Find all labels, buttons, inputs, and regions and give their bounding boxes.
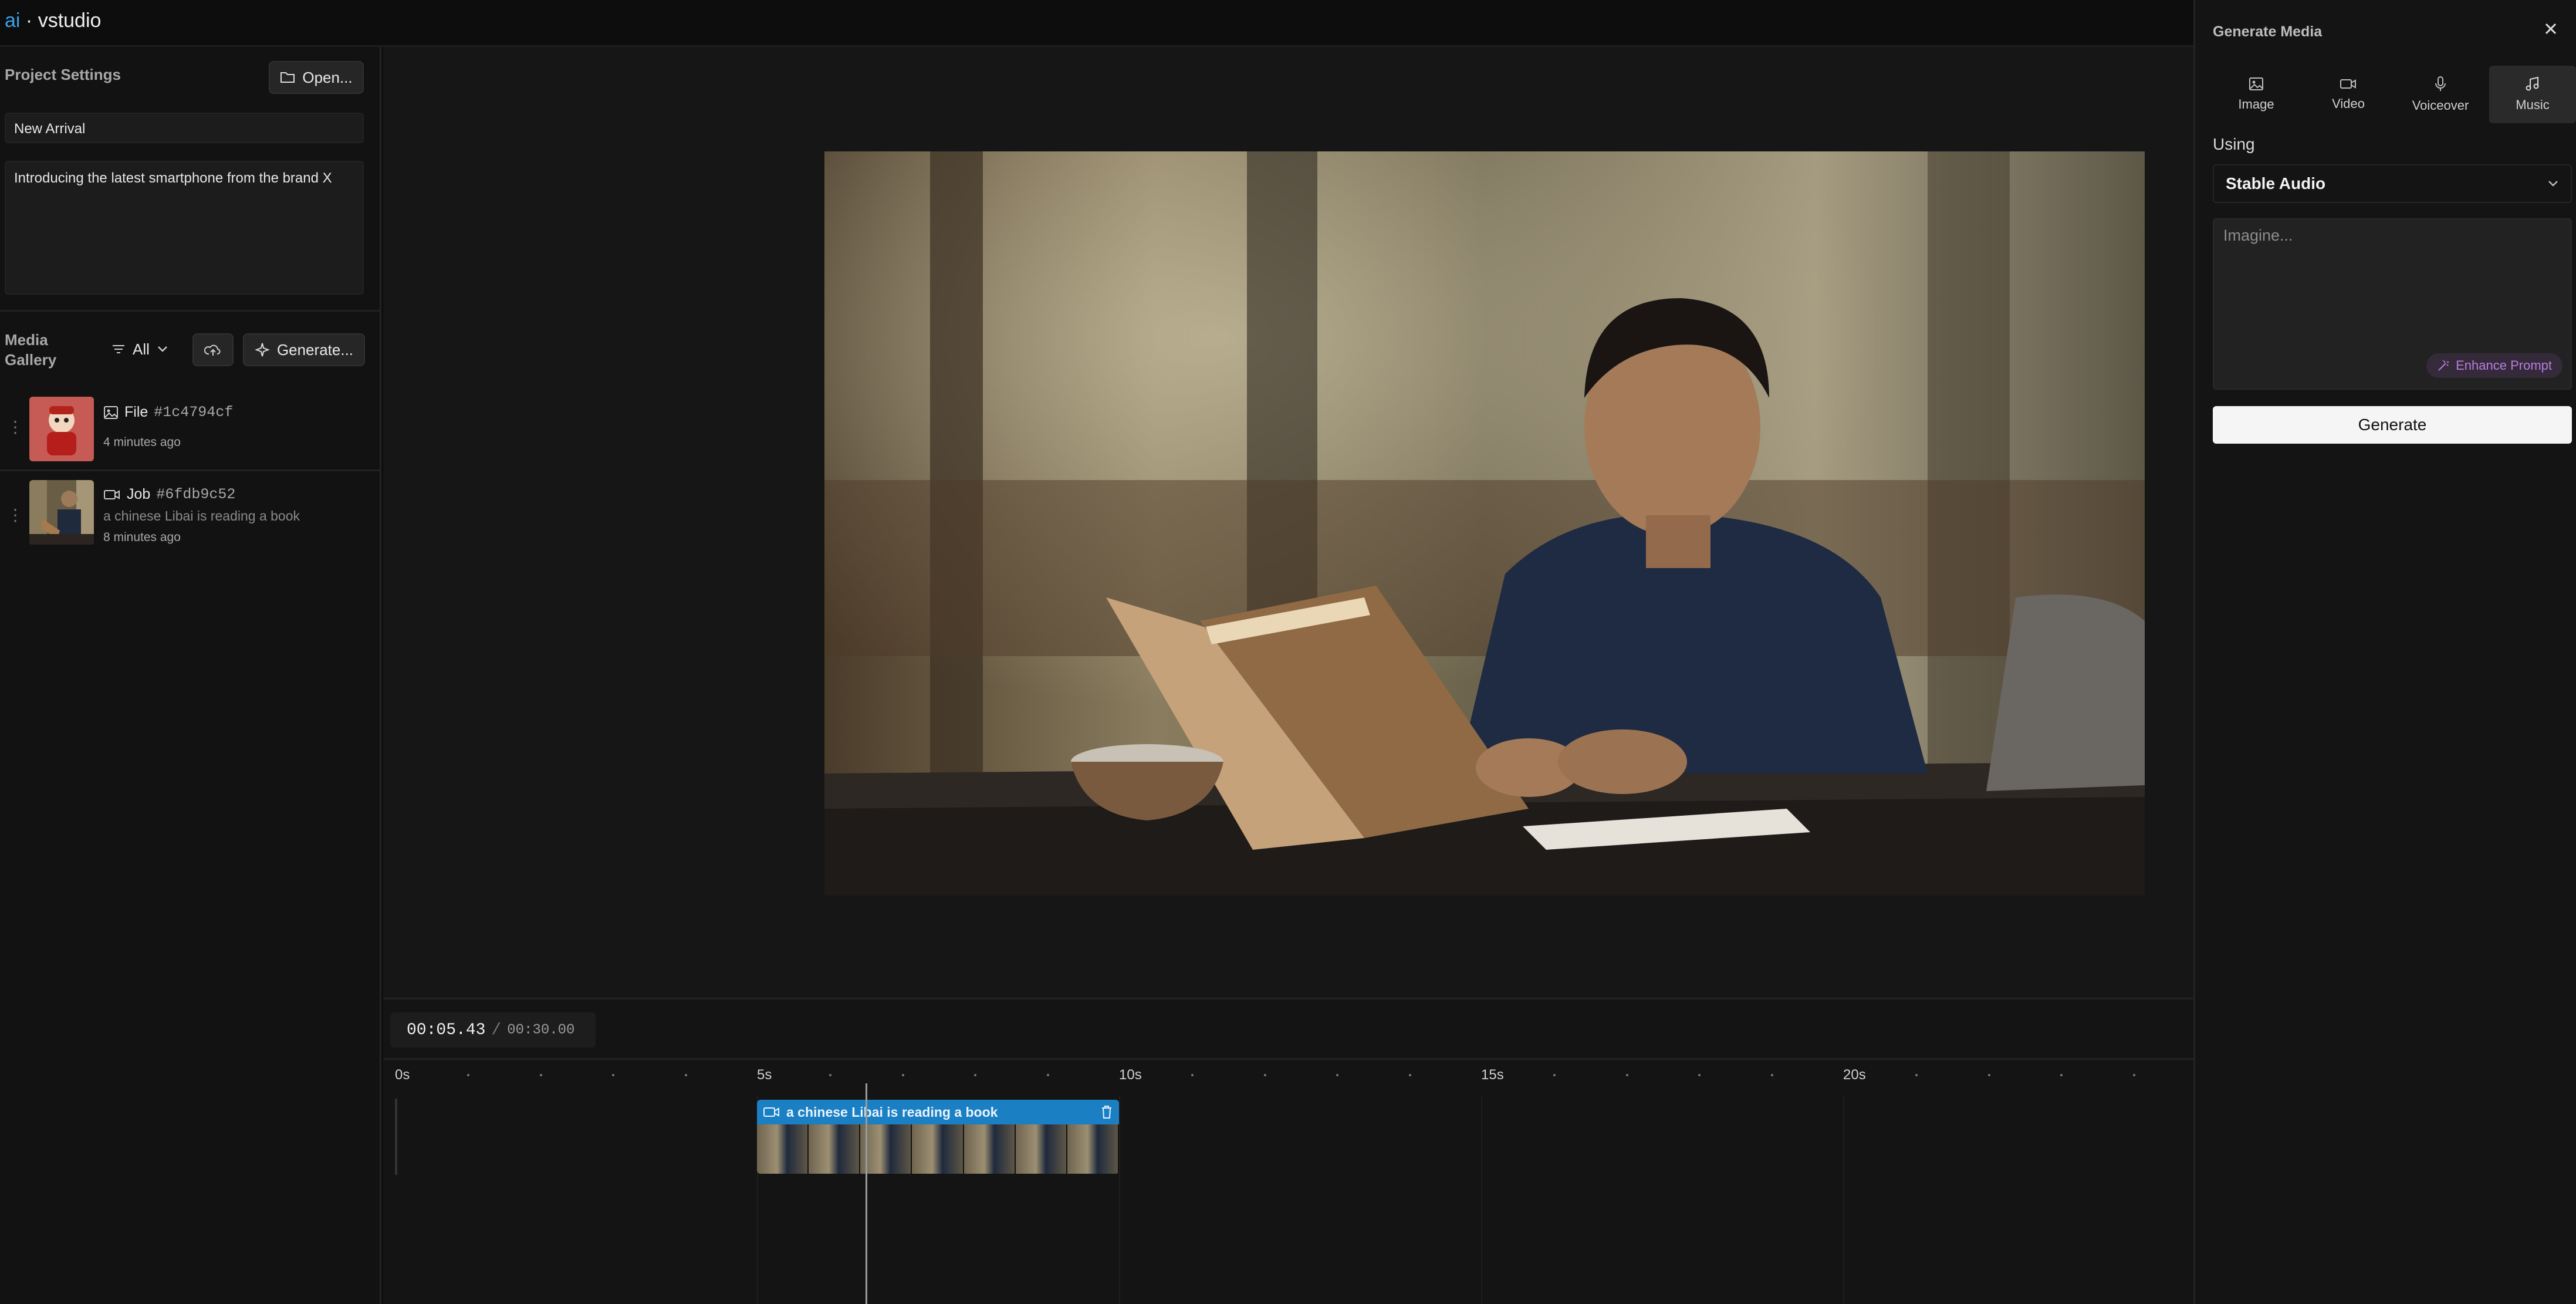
media-gallery-title: Media Gallery: [5, 331, 57, 369]
prompt-placeholder: Imagine...: [2223, 227, 2293, 244]
current-time: 00:05.43: [407, 1021, 486, 1039]
thumbnail: [29, 397, 94, 461]
microphone-icon: [2435, 76, 2446, 91]
app-logo: ai · vstudio: [5, 9, 102, 32]
film-frame: [912, 1124, 964, 1174]
item-kind: File: [124, 404, 148, 420]
grid-line: [1481, 1095, 1482, 1304]
video-icon: [763, 1107, 779, 1117]
video-preview[interactable]: [824, 151, 2145, 896]
item-subtitle: a chinese Libai is reading a book: [103, 508, 300, 523]
left-panel: Project Settings Open... New Arrival Int…: [0, 47, 381, 1304]
total-time: 00:30.00: [507, 1022, 575, 1038]
film-frame: [757, 1124, 809, 1174]
folder-icon: [280, 72, 295, 83]
project-name-input[interactable]: New Arrival: [5, 113, 364, 143]
track-start-marker: [395, 1099, 397, 1175]
gallery-item[interactable]: ⋮⋮ File #1c4794cf 4 minutes ago: [0, 389, 381, 469]
timeline-ruler[interactable]: 0s5s10s15s20s2 a chinese Libai is readin…: [383, 1058, 2213, 1304]
generate-media-button[interactable]: Generate...: [243, 333, 365, 366]
item-id: #6fdb9c52: [156, 486, 236, 503]
filter-icon: [113, 345, 124, 353]
panel-title: Generate Media: [2213, 23, 2323, 40]
model-select[interactable]: Stable Audio: [2213, 164, 2572, 203]
item-time: 8 minutes ago: [103, 531, 181, 544]
using-label: Using: [2213, 135, 2255, 153]
magic-wand-icon: [2438, 360, 2449, 371]
clip-label: a chinese Libai is reading a book: [786, 1104, 998, 1120]
cloud-upload-icon: [204, 344, 221, 356]
chevron-down-icon: [2548, 181, 2558, 187]
video-icon: [104, 489, 120, 499]
timecode-display: 00:05.43 / 00:30.00: [390, 1012, 596, 1048]
grid-line: [1119, 1095, 1120, 1304]
video-icon: [2340, 79, 2356, 89]
gallery-filter-select[interactable]: All: [111, 335, 168, 364]
timeline-clip[interactable]: a chinese Libai is reading a book: [757, 1100, 1119, 1174]
generate-button[interactable]: Generate: [2213, 406, 2572, 444]
image-icon: [2249, 77, 2263, 90]
film-frame: [964, 1124, 1016, 1174]
upload-button[interactable]: [192, 333, 234, 366]
prompt-textarea[interactable]: Imagine... Enhance Prompt: [2213, 218, 2572, 390]
divider: [0, 310, 381, 312]
tab-music[interactable]: Music: [2489, 66, 2576, 123]
item-time: 4 minutes ago: [103, 435, 181, 449]
playhead[interactable]: [866, 1083, 868, 1304]
tab-video[interactable]: Video: [2305, 66, 2392, 123]
open-button[interactable]: Open...: [269, 61, 364, 94]
timeline-panel: 00:05.43 / 00:30.00 0s5s10s15s20s2 a chi…: [383, 998, 2213, 1304]
divider: [0, 469, 381, 471]
grid-line: [1843, 1095, 1844, 1304]
film-frame: [809, 1124, 861, 1174]
item-id: #1c4794cf: [154, 404, 234, 421]
generate-media-panel: Generate Media Image Video Voiceover Mus…: [2193, 0, 2576, 1304]
close-icon[interactable]: [2543, 21, 2558, 39]
trash-icon[interactable]: [1100, 1104, 1113, 1123]
top-bar: ai · vstudio: [0, 0, 2193, 47]
chevron-down-icon: [158, 346, 167, 352]
tab-voiceover[interactable]: Voiceover: [2397, 66, 2484, 123]
tab-image[interactable]: Image: [2213, 66, 2300, 123]
enhance-prompt-button[interactable]: Enhance Prompt: [2426, 353, 2563, 378]
film-frame: [1067, 1124, 1119, 1174]
image-icon: [104, 406, 118, 419]
item-kind: Job: [127, 486, 151, 502]
clip-filmstrip: [757, 1124, 1119, 1174]
music-icon: [2526, 76, 2539, 91]
gallery-item[interactable]: ⋮⋮ Job #6fdb9c52 a chinese Libai is read…: [0, 472, 381, 566]
sparkles-icon: [255, 343, 270, 357]
preview-stage: [383, 47, 2193, 998]
project-settings-title: Project Settings: [5, 66, 121, 83]
film-frame: [1015, 1124, 1067, 1174]
thumbnail: [29, 480, 94, 545]
film-frame: [860, 1124, 912, 1174]
project-description-textarea[interactable]: Introducing the latest smartphone from t…: [5, 161, 364, 295]
